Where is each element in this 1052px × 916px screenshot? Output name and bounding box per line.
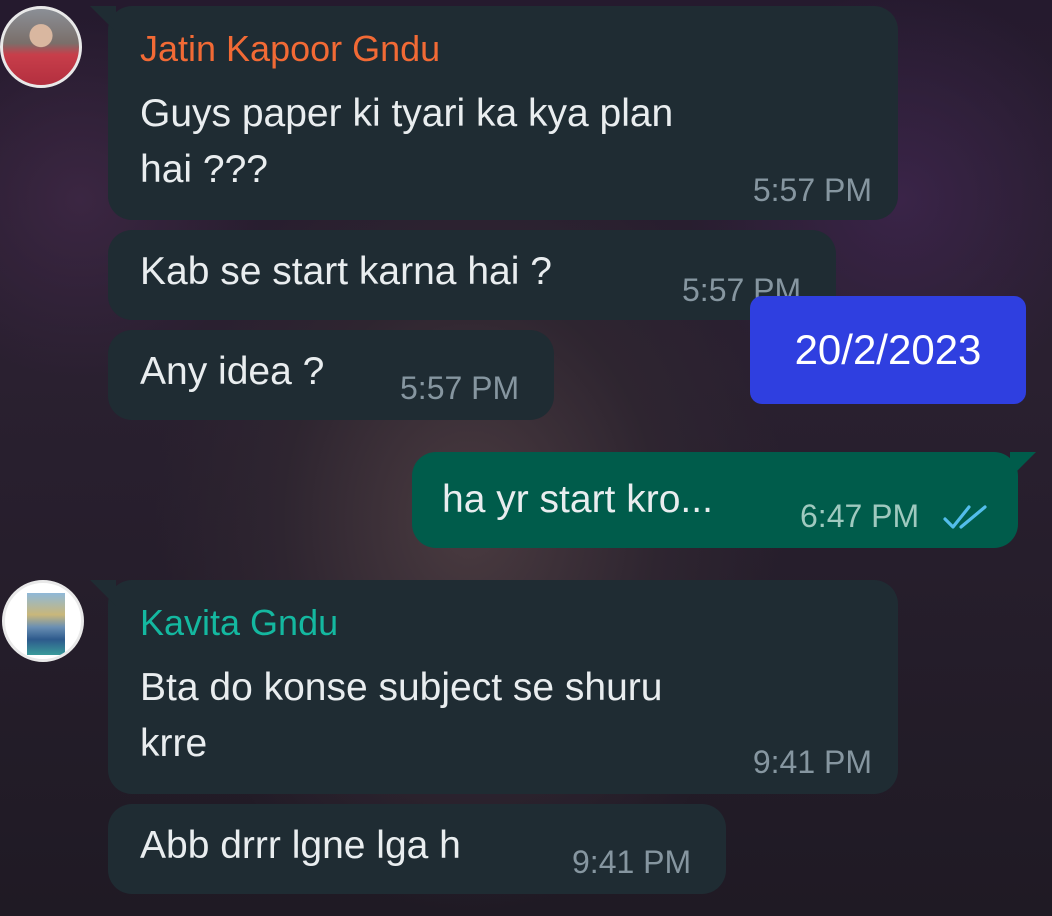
message-time: 5:57 PM [400,370,520,406]
avatar-image [27,593,65,655]
message-time: 9:41 PM [572,844,692,880]
message-bubble[interactable]: Kab se start karna hai ? 5:57 PM [108,230,836,320]
sender-avatar-jatin[interactable] [0,6,82,88]
message-text: Any idea ? [140,350,325,393]
message-text-line: Guys paper ki tyari ka kya plan [140,92,674,135]
sender-name[interactable]: Kavita Gndu [140,602,338,644]
message-time: 9:41 PM [752,744,872,780]
message-bubble[interactable]: Abb drrr lgne lga h 9:41 PM [108,804,726,894]
message-time: 5:57 PM [752,172,872,208]
double-check-icon [943,505,987,529]
message-text: Kab se start karna hai ? [140,250,552,293]
message-bubble[interactable]: Kavita Gndu Bta do konse subject se shur… [90,580,898,794]
message-bubble[interactable]: Jatin Kapoor Gndu Guys paper ki tyari ka… [90,6,898,220]
message-text: Abb drrr lgne lga h [140,824,461,867]
message-text-line: hai ??? [140,148,268,191]
message-text: ha yr start kro... [442,478,713,521]
message-time: 6:47 PM [800,498,920,534]
message-text: Guys paper ki tyari ka kya plan hai ??? [140,86,673,198]
message-text-line: krre [140,722,208,765]
sender-name[interactable]: Jatin Kapoor Gndu [140,28,440,70]
date-badge: 20/2/2023 [750,296,1026,404]
outgoing-message-bubble[interactable]: ha yr start kro... 6:47 PM [412,452,1036,548]
sender-avatar-kavita[interactable] [2,580,84,662]
chat-conversation[interactable]: Jatin Kapoor Gndu Guys paper ki tyari ka… [0,0,1052,916]
message-bubble[interactable]: Any idea ? 5:57 PM [108,330,554,420]
message-text: Bta do konse subject se shuru krre [140,660,662,772]
message-text-line: Bta do konse subject se shuru [140,666,663,709]
